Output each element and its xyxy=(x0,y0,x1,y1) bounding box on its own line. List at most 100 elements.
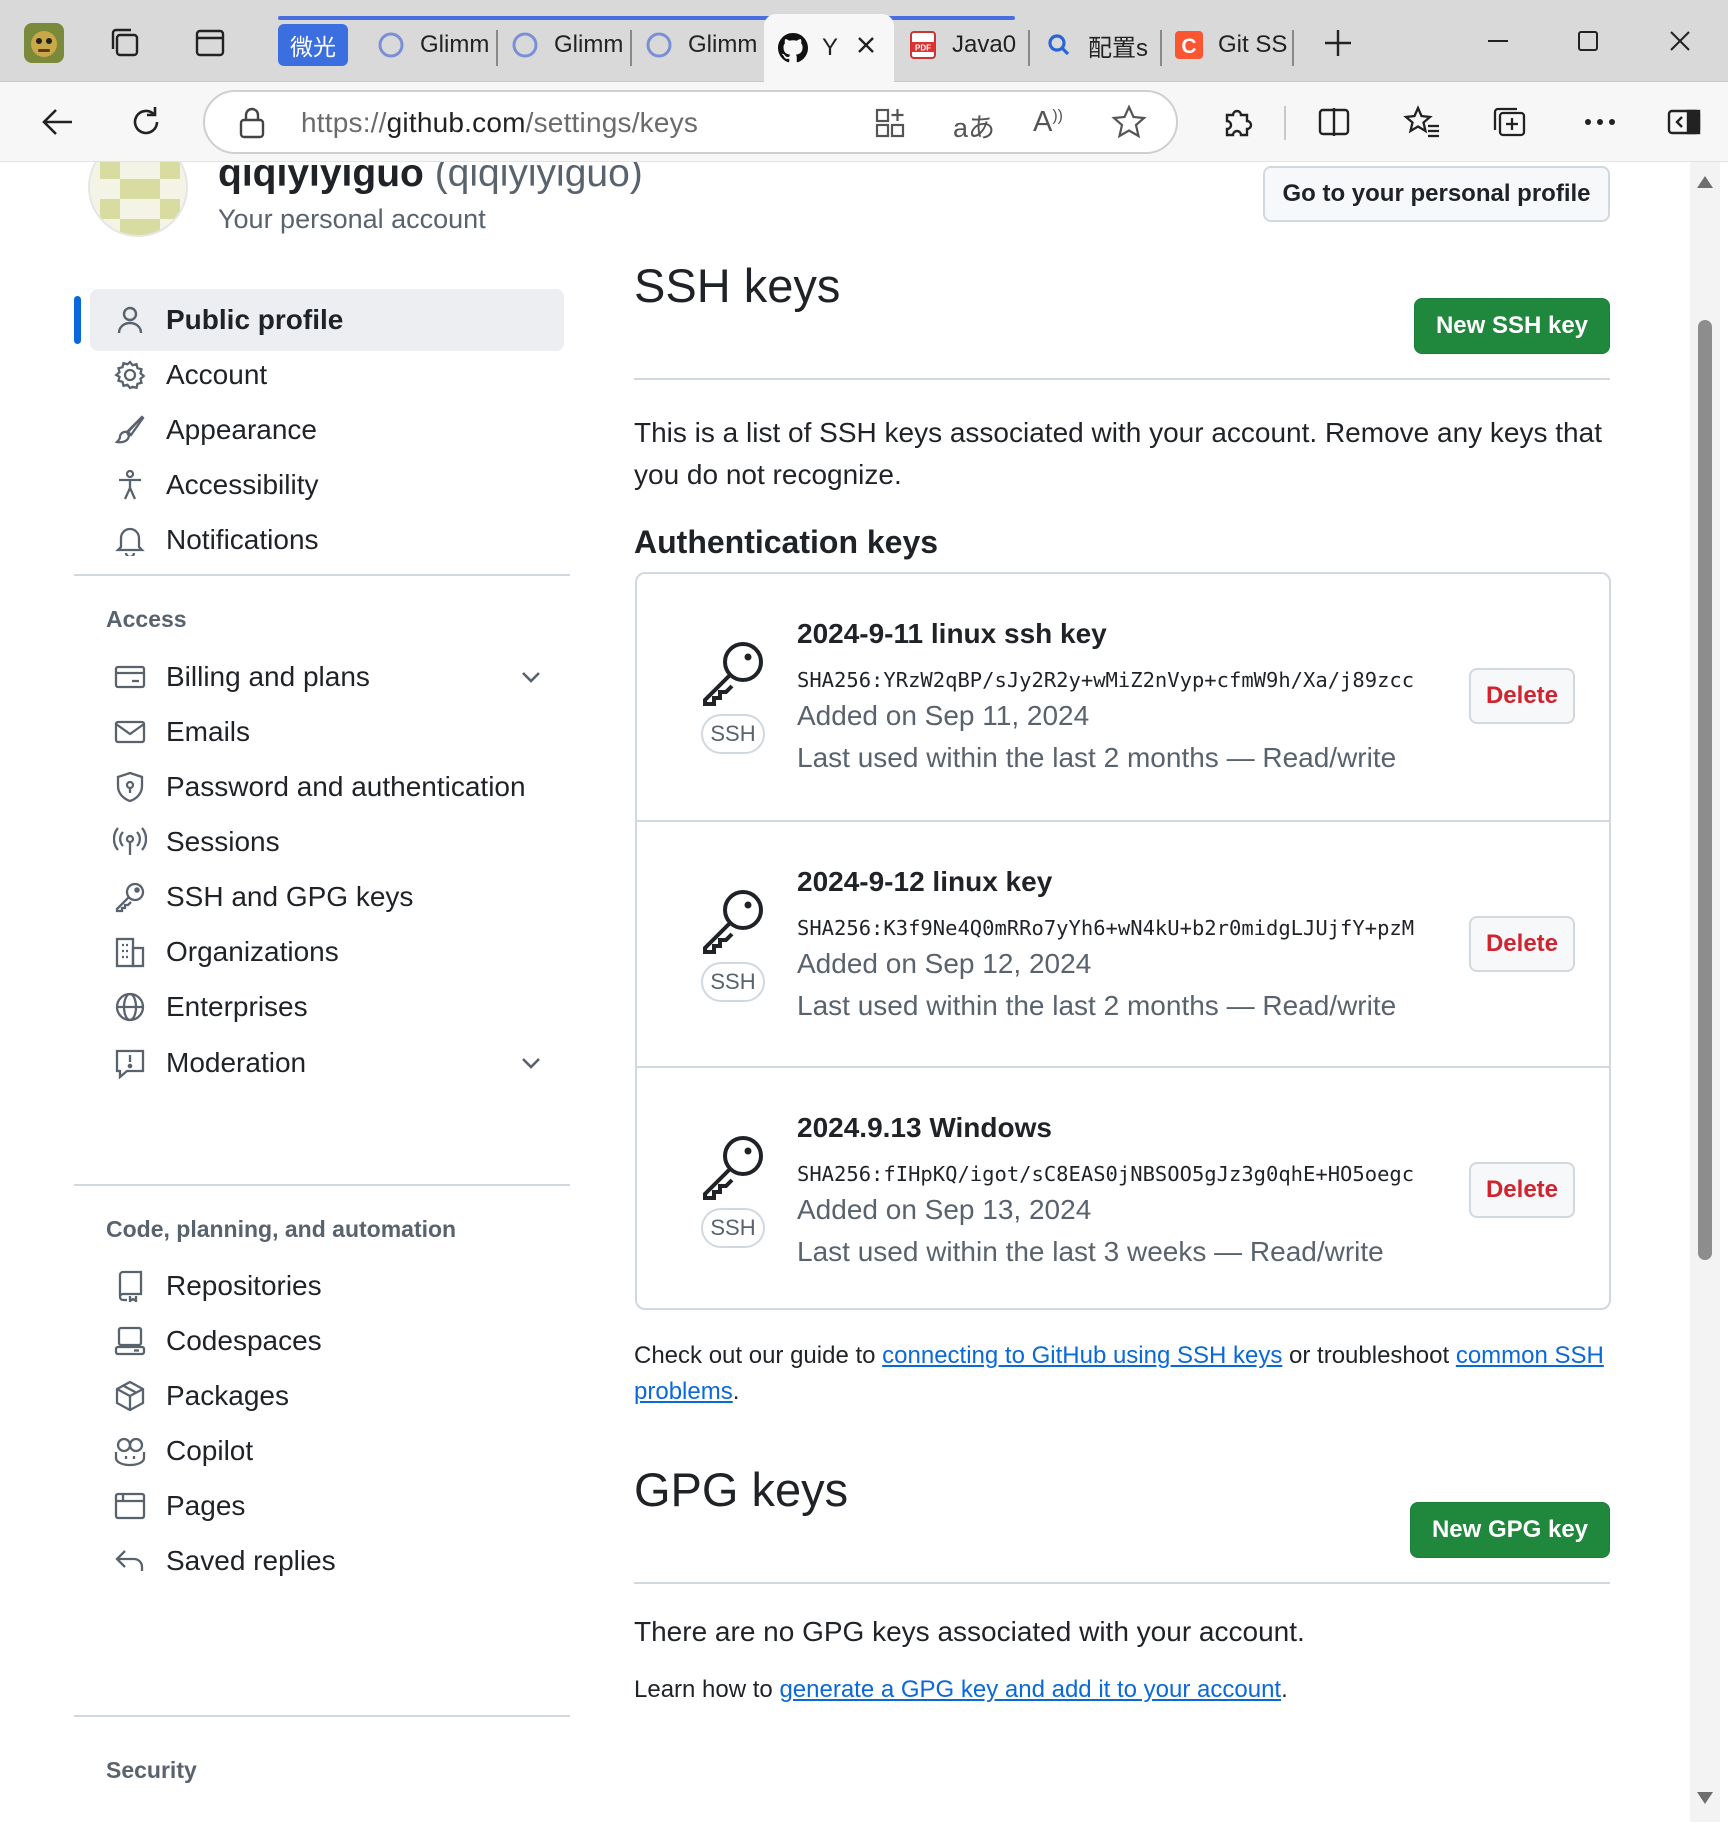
repo-icon xyxy=(112,1268,148,1304)
chevron-down-icon[interactable] xyxy=(518,664,544,690)
key-added-date: Added on Sep 13, 2024 xyxy=(797,1194,1092,1225)
key-title: 2024-9-11 linux ssh key xyxy=(797,618,1107,649)
scroll-down-arrow-icon[interactable] xyxy=(1697,1792,1713,1804)
active-nav-indicator xyxy=(74,296,81,344)
tab-label: Git SS xyxy=(1218,31,1288,58)
profile-subtitle: Your personal account xyxy=(218,204,486,234)
tab-glimm-2[interactable]: Glimm xyxy=(510,14,628,76)
tab-glimm-1[interactable]: Glimm xyxy=(376,14,494,76)
delete-key-button[interactable]: Delete xyxy=(1469,916,1575,972)
sidebar-item-label: Emails xyxy=(166,716,251,747)
close-window-icon[interactable] xyxy=(1650,18,1710,64)
sidebar-item-label: Appearance xyxy=(166,414,318,445)
back-arrow-icon[interactable] xyxy=(30,94,86,150)
go-to-profile-button[interactable]: Go to your personal profile xyxy=(1263,166,1610,222)
tab-git-ssh[interactable]: C Git SS xyxy=(1174,14,1294,76)
sidebar-item-repositories[interactable]: Repositories xyxy=(90,1255,564,1317)
sidebar-item-account[interactable]: Account xyxy=(90,344,564,406)
delete-key-button[interactable]: Delete xyxy=(1469,1162,1575,1218)
url-scheme: https:// xyxy=(301,107,387,138)
sidebar-item-notifications[interactable]: Notifications xyxy=(90,509,564,571)
more-options-icon[interactable] xyxy=(1572,94,1628,150)
sidebar-item-label: Saved replies xyxy=(166,1545,336,1576)
sidebar-item-pages[interactable]: Pages xyxy=(90,1475,564,1537)
sidebar-toggle-icon[interactable] xyxy=(1656,94,1712,150)
codespaces-icon xyxy=(112,1323,148,1359)
ssh-guide-link[interactable]: connecting to GitHub using SSH keys xyxy=(882,1342,1282,1369)
broadcast-icon xyxy=(112,824,148,860)
sidebar-divider xyxy=(74,1184,570,1186)
ssh-heading-divider xyxy=(634,378,1610,380)
refresh-icon[interactable] xyxy=(118,94,174,150)
key-fingerprint: SHA256:YRzW2qBP/sJy2R2y+wMiZ2nVyp+cfmW9h… xyxy=(797,668,1415,692)
sidebar-item-saved-replies[interactable]: Saved replies xyxy=(90,1530,564,1592)
chevron-down-icon[interactable] xyxy=(518,1050,544,1076)
translate-icon[interactable]: aあ xyxy=(953,106,995,145)
profile-avatar-icon[interactable] xyxy=(22,21,66,65)
sidebar-item-organizations[interactable]: Organizations xyxy=(90,921,564,983)
gpg-guide-link[interactable]: generate a GPG key and add it to your ac… xyxy=(779,1676,1281,1703)
sidebar-item-billing[interactable]: Billing and plans xyxy=(90,646,564,708)
tab-group-label-text: 微光 xyxy=(278,24,348,66)
sidebar-item-moderation[interactable]: Moderation xyxy=(90,1032,564,1094)
sidebar-item-label: Moderation xyxy=(166,1047,307,1078)
sidebar-item-label: Account xyxy=(166,359,268,390)
sidebar-item-sessions[interactable]: Sessions xyxy=(90,811,564,873)
favorites-list-icon[interactable] xyxy=(1394,94,1450,150)
tab-config[interactable]: 配置s xyxy=(1044,14,1162,76)
tab-group-label[interactable]: 微光 xyxy=(278,14,350,76)
tab-java[interactable]: PDF Java0 xyxy=(908,14,1026,76)
sidebar-item-label: Repositories xyxy=(166,1270,322,1301)
app-available-icon[interactable] xyxy=(873,106,907,145)
page-scrollbar[interactable] xyxy=(1690,162,1720,1822)
sidebar-heading-security: Security xyxy=(106,1757,197,1783)
glimm-favicon-icon xyxy=(644,30,674,60)
favorite-star-icon[interactable] xyxy=(1111,104,1147,145)
new-gpg-key-button[interactable]: New GPG key xyxy=(1410,1502,1610,1558)
workspaces-icon[interactable] xyxy=(103,21,147,65)
sidebar-item-appearance[interactable]: Appearance xyxy=(90,399,564,461)
sidebar-item-copilot[interactable]: Copilot xyxy=(90,1420,564,1482)
url-text[interactable]: https://github.com/settings/keys xyxy=(301,107,698,139)
delete-key-button[interactable]: Delete xyxy=(1469,668,1575,724)
key-title: 2024.9.13 Windows xyxy=(797,1112,1052,1143)
key-icon xyxy=(703,642,763,706)
site-info-lock-icon[interactable] xyxy=(237,106,267,145)
split-screen-icon[interactable] xyxy=(1306,94,1362,150)
ssh-badge: SSH xyxy=(701,714,765,754)
sidebar-item-ssh-gpg[interactable]: SSH and GPG keys xyxy=(90,866,564,928)
tab-label: Glimm xyxy=(688,31,758,58)
tab-github-active[interactable]: Y xyxy=(764,14,894,82)
collections-icon[interactable] xyxy=(1482,94,1538,150)
scroll-up-arrow-icon[interactable] xyxy=(1697,176,1713,188)
key-added-date: Added on Sep 12, 2024 xyxy=(797,948,1092,979)
new-ssh-key-button[interactable]: New SSH key xyxy=(1414,298,1610,354)
sidebar-item-packages[interactable]: Packages xyxy=(90,1365,564,1427)
vertical-tabs-icon[interactable] xyxy=(188,21,232,65)
url-host: github.com xyxy=(386,107,526,138)
gpg-heading-divider xyxy=(634,1582,1610,1584)
extensions-puzzle-icon[interactable] xyxy=(1210,94,1266,150)
sidebar-item-enterprises[interactable]: Enterprises xyxy=(90,976,564,1038)
sidebar-item-emails[interactable]: Emails xyxy=(90,701,564,763)
sidebar-item-label: Pages xyxy=(166,1490,246,1521)
tab-label: 配置s xyxy=(1088,34,1148,62)
tab-glimm-3[interactable]: Glimm xyxy=(644,14,762,76)
sidebar-item-codespaces[interactable]: Codespaces xyxy=(90,1310,564,1372)
scrollbar-thumb[interactable] xyxy=(1698,320,1712,1260)
sidebar-item-public-profile[interactable]: Public profile xyxy=(90,289,564,351)
copilot-icon xyxy=(112,1433,148,1469)
avatar[interactable] xyxy=(88,162,188,237)
maximize-icon[interactable] xyxy=(1558,18,1618,64)
minimize-icon[interactable] xyxy=(1468,18,1528,64)
sidebar-item-accessibility[interactable]: Accessibility xyxy=(90,454,564,516)
globe-icon xyxy=(112,989,148,1025)
sidebar-item-label: SSH and GPG keys xyxy=(166,881,414,912)
read-aloud-icon[interactable]: A)) xyxy=(1033,106,1063,139)
address-bar[interactable]: https://github.com/settings/keys aあ A)) xyxy=(203,90,1178,154)
new-tab-icon[interactable] xyxy=(1316,21,1360,65)
tab-label: Glimm xyxy=(554,31,624,58)
close-tab-icon[interactable] xyxy=(856,34,876,62)
sidebar-item-password[interactable]: Password and authentication xyxy=(90,756,564,818)
shield-lock-icon xyxy=(112,769,148,805)
